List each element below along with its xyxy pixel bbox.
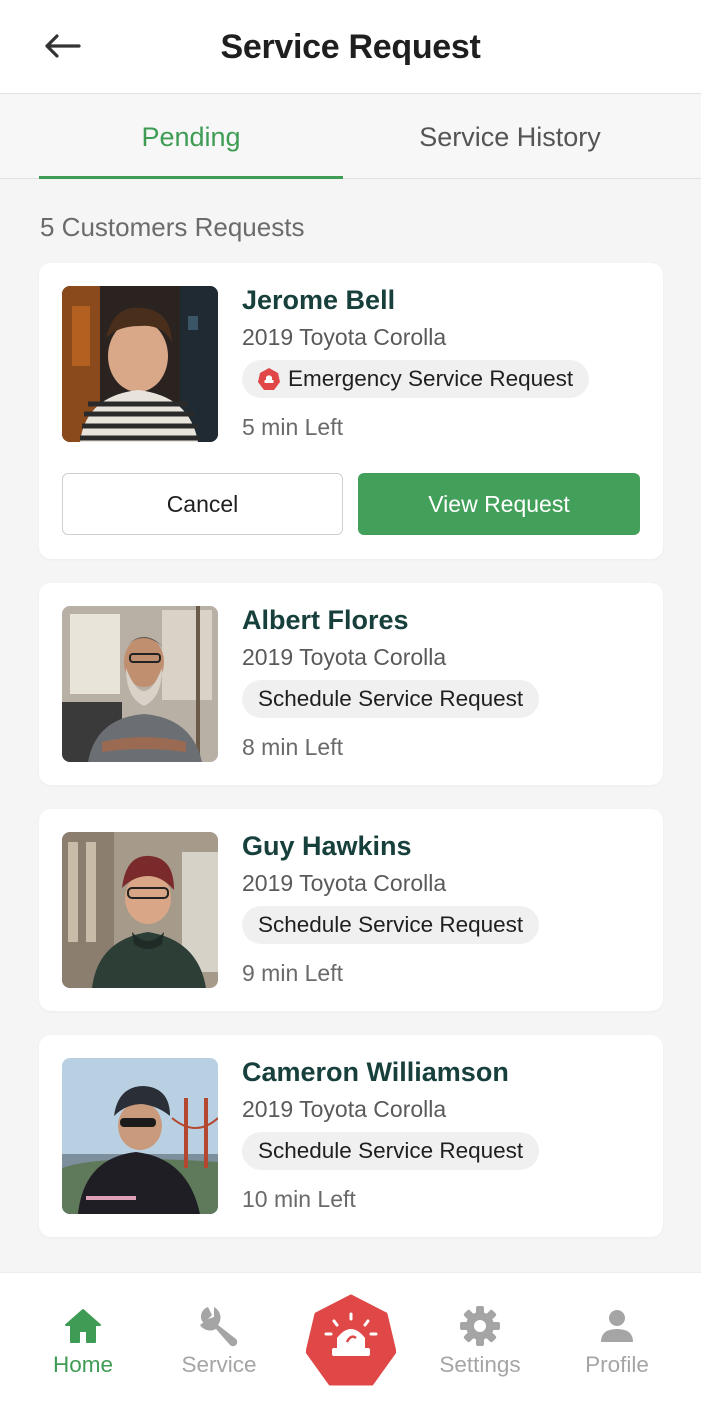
service-type-label: Schedule Service Request <box>258 686 524 711</box>
nav-settings[interactable]: Settings <box>420 1273 540 1406</box>
time-left: 8 min Left <box>242 734 343 760</box>
customer-avatar <box>62 832 218 988</box>
tab-service-history[interactable]: Service History <box>358 95 662 179</box>
user-icon <box>601 1310 633 1342</box>
vehicle-label: 2019 Toyota Corolla <box>242 1096 447 1122</box>
customer-avatar <box>62 606 218 762</box>
service-type-badge: Emergency Service Request <box>242 360 590 398</box>
customer-photo <box>62 832 218 988</box>
cancel-button[interactable]: Cancel <box>62 473 343 535</box>
request-card: Jerome Bell 2019 Toyota Corolla Emergenc… <box>39 263 663 559</box>
service-request-screen: Service Request Pending Service History … <box>0 0 701 1406</box>
nav-settings-label: Settings <box>439 1352 521 1377</box>
customer-name: Guy Hawkins <box>242 831 412 861</box>
bottom-navigation: Home Service Settings Profile <box>0 1272 701 1406</box>
view-request-button[interactable]: View Request <box>358 473 640 535</box>
nav-home-label: Home <box>52 1352 114 1377</box>
app-header: Service Request <box>0 0 701 94</box>
service-type-badge: Schedule Service Request <box>242 906 540 944</box>
customer-photo <box>62 606 218 762</box>
customer-name: Cameron Williamson <box>242 1057 509 1087</box>
nav-service[interactable]: Service <box>159 1273 279 1406</box>
nav-profile-label: Profile <box>585 1352 649 1377</box>
customer-photo <box>62 286 218 442</box>
service-type-badge: Schedule Service Request <box>242 680 540 718</box>
tab-pending[interactable]: Pending <box>39 95 343 179</box>
service-type-label: Schedule Service Request <box>258 1138 524 1163</box>
nav-profile[interactable]: Profile <box>557 1273 677 1406</box>
emergency-alert-button[interactable] <box>305 1294 397 1386</box>
gear-icon <box>460 1306 500 1346</box>
active-tab-indicator <box>39 176 343 179</box>
request-card[interactable]: Guy Hawkins 2019 Toyota Corolla Schedule… <box>39 809 663 1011</box>
nav-home[interactable]: Home <box>23 1273 143 1406</box>
siren-icon <box>305 1294 397 1386</box>
service-type-label: Emergency Service Request <box>288 366 574 391</box>
time-left: 9 min Left <box>242 960 343 986</box>
customer-photo <box>62 1058 218 1214</box>
service-type-badge: Schedule Service Request <box>242 1132 540 1170</box>
customer-avatar <box>62 1058 218 1214</box>
nav-service-label: Service <box>181 1352 257 1377</box>
vehicle-label: 2019 Toyota Corolla <box>242 644 447 670</box>
time-left: 10 min Left <box>242 1186 356 1212</box>
request-card[interactable]: Cameron Williamson 2019 Toyota Corolla S… <box>39 1035 663 1237</box>
customer-avatar <box>62 286 218 442</box>
vehicle-label: 2019 Toyota Corolla <box>242 870 447 896</box>
request-card[interactable]: Albert Flores 2019 Toyota Corolla Schedu… <box>39 583 663 785</box>
customer-name: Albert Flores <box>242 605 409 635</box>
page-title: Service Request <box>220 28 481 66</box>
vehicle-label: 2019 Toyota Corolla <box>242 324 447 350</box>
siren-icon <box>258 368 280 390</box>
service-type-label: Schedule Service Request <box>258 912 524 937</box>
wrench-icon <box>200 1307 238 1347</box>
home-icon <box>65 1309 101 1343</box>
tab-bar: Pending Service History <box>0 95 701 179</box>
customer-name: Jerome Bell <box>242 285 396 315</box>
requests-count-label: 5 Customers Requests <box>40 212 305 242</box>
time-left: 5 min Left <box>242 414 343 440</box>
